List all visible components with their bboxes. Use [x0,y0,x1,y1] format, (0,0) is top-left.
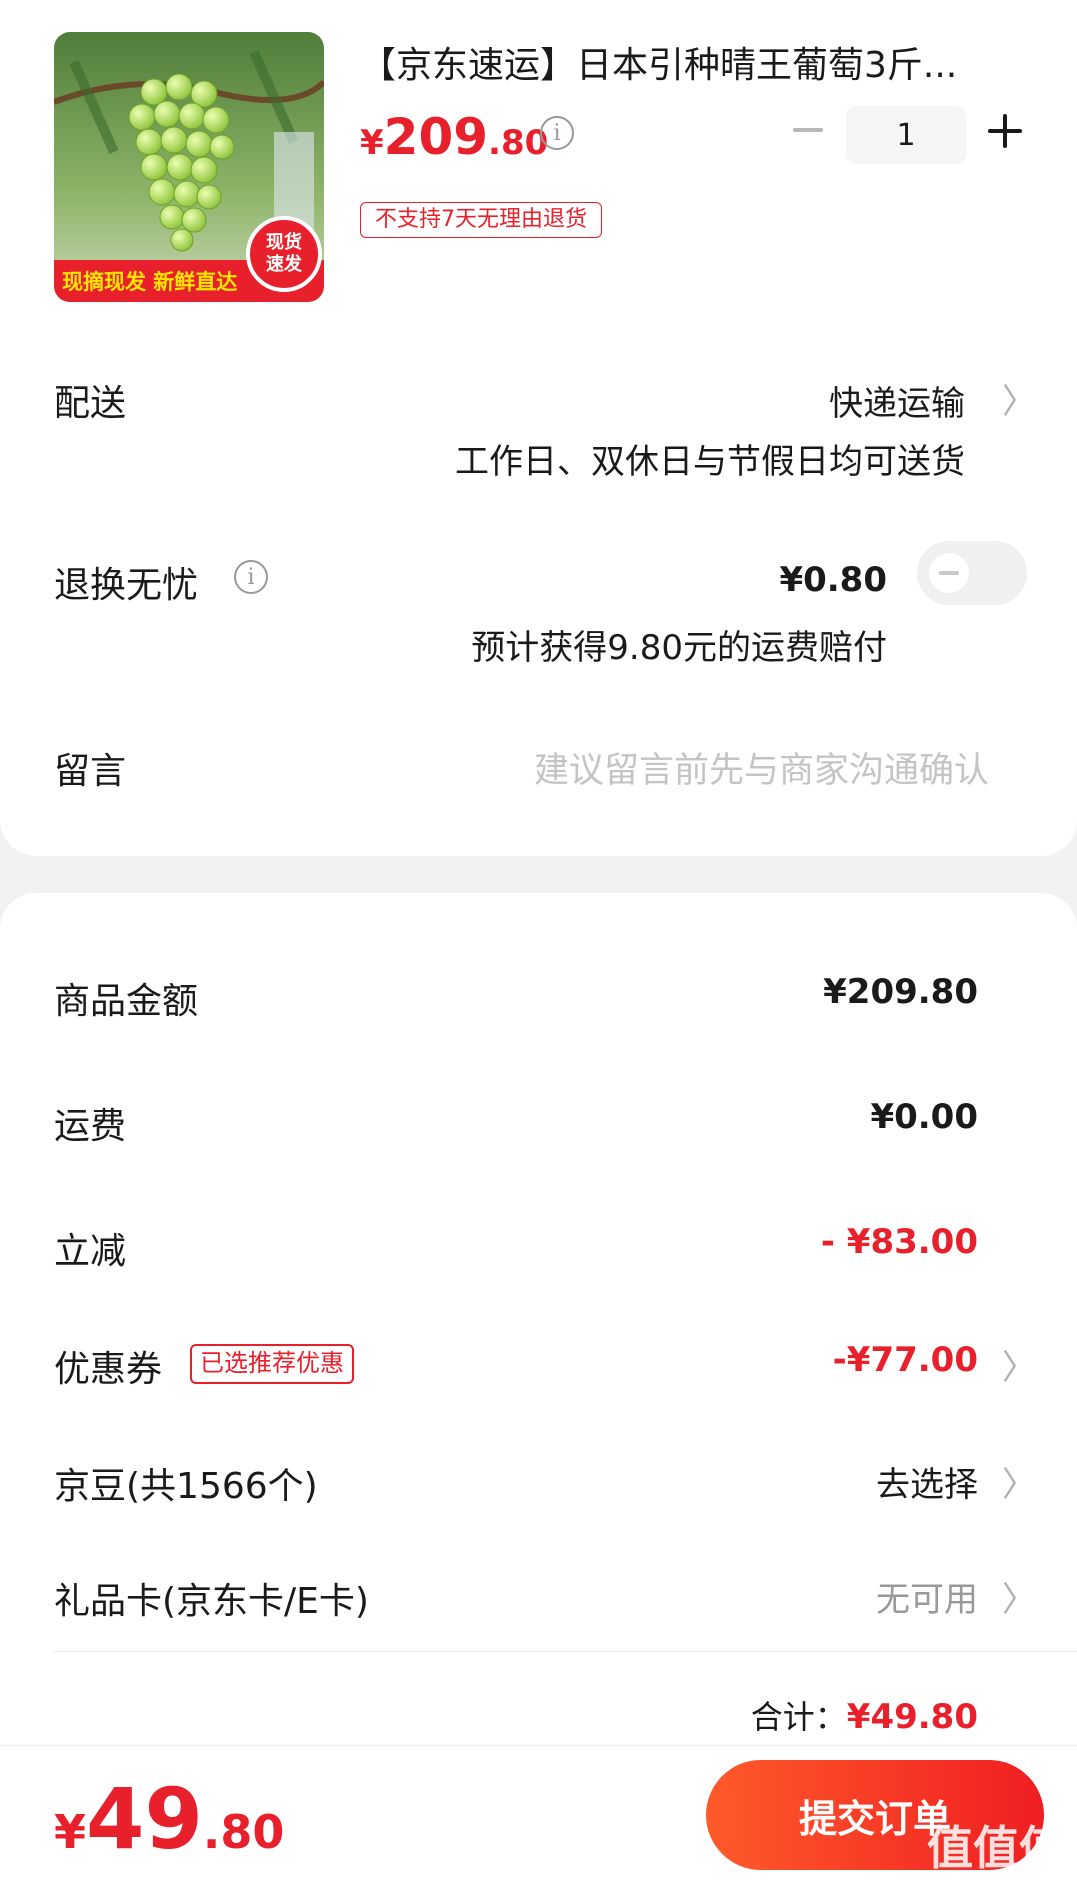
coupon-selected-tag: 已选推荐优惠 [190,1344,354,1384]
goods-amount-label: 商品金额 [54,981,199,1022]
giftcard-chevron-icon[interactable]: 〉 [1002,1572,1036,1621]
shipping-value: ¥0.00 [870,1097,978,1137]
product-image-badge-line1: 现货 [266,231,302,253]
giftcard-value[interactable]: 无可用 [876,1572,978,1621]
product-image-badge-line2: 速发 [266,253,303,275]
return-insurance-info-icon[interactable]: i [234,560,268,594]
toggle-knob [929,553,969,593]
instant-discount-value: - ¥83.00 [820,1222,978,1262]
instant-discount-label: 立减 [54,1231,127,1272]
jingdou-select[interactable]: 去选择 [876,1457,978,1506]
return-insurance-note: 预计获得9.80元的运费赔付 [471,628,887,668]
giftcard-label: 礼品卡(京东卡/E卡) [54,1581,369,1622]
product-image-banner: 现摘现发 新鲜直达 [62,270,237,294]
shipping-label: 运费 [54,1106,127,1147]
jingdou-label: 京豆(共1566个) [54,1466,318,1507]
total-value: ¥49.80 [846,1697,978,1737]
goods-amount-value: ¥209.80 [823,972,978,1012]
bottom-total-price: ¥49.80 [54,1770,284,1868]
price-integer: 209 [383,108,489,166]
decrease-quantity-button[interactable] [790,112,826,148]
delivery-chevron-icon[interactable]: 〉 [1002,374,1036,423]
watermark-subtext: zhizhizhi.com [941,1873,1051,1892]
product-title[interactable]: 【京东速运】日本引种晴王葡萄3斤... [360,36,957,88]
increase-quantity-button[interactable] [988,114,1022,148]
site-watermark: 值值值 zhizhizhi.com [927,1825,1065,1891]
product-price: ¥209.80 [360,108,548,166]
coupon-value[interactable]: -¥77.00 [833,1340,978,1380]
price-currency: ¥ [360,123,384,163]
coupon-label: 优惠券 [54,1349,163,1390]
order-detail-card: 现货 速发 现摘现发 新鲜直达 【京东速运】日本引种晴王葡萄3斤... ¥209… [0,0,1077,856]
total-label: 合计： [750,1698,847,1736]
watermark-text: 值值值 [927,1821,1065,1875]
return-insurance-toggle[interactable] [917,541,1027,605]
bottom-price-decimal: .80 [202,1805,285,1859]
return-insurance-label: 退换无忧 [54,565,199,606]
message-input[interactable]: 建议留言前先与商家沟通确认 [534,742,989,793]
bottom-checkout-bar: ¥49.80 提交订单 值值值 zhizhizhi.com [0,1745,1077,1899]
jingdou-chevron-icon[interactable]: 〉 [1002,1457,1036,1506]
delivery-note: 工作日、双休日与节假日均可送货 [455,442,965,482]
quantity-input[interactable]: 1 [846,106,966,164]
coupon-chevron-icon[interactable]: 〉 [1002,1340,1036,1389]
summary-total: 合计：¥49.80 [751,1692,978,1738]
bottom-price-integer: 49 [86,1770,203,1868]
price-info-icon[interactable]: i [540,116,574,150]
price-decimal: .80 [488,123,549,163]
summary-divider [54,1651,1077,1652]
product-image[interactable]: 现货 速发 现摘现发 新鲜直达 [54,32,324,302]
bottom-currency: ¥ [54,1805,87,1859]
delivery-method[interactable]: 快递运输 [829,376,965,425]
return-policy-tag: 不支持7天无理由退货 [360,202,602,238]
message-label: 留言 [54,751,127,792]
return-insurance-price: ¥0.80 [779,560,887,600]
delivery-label: 配送 [54,383,127,424]
